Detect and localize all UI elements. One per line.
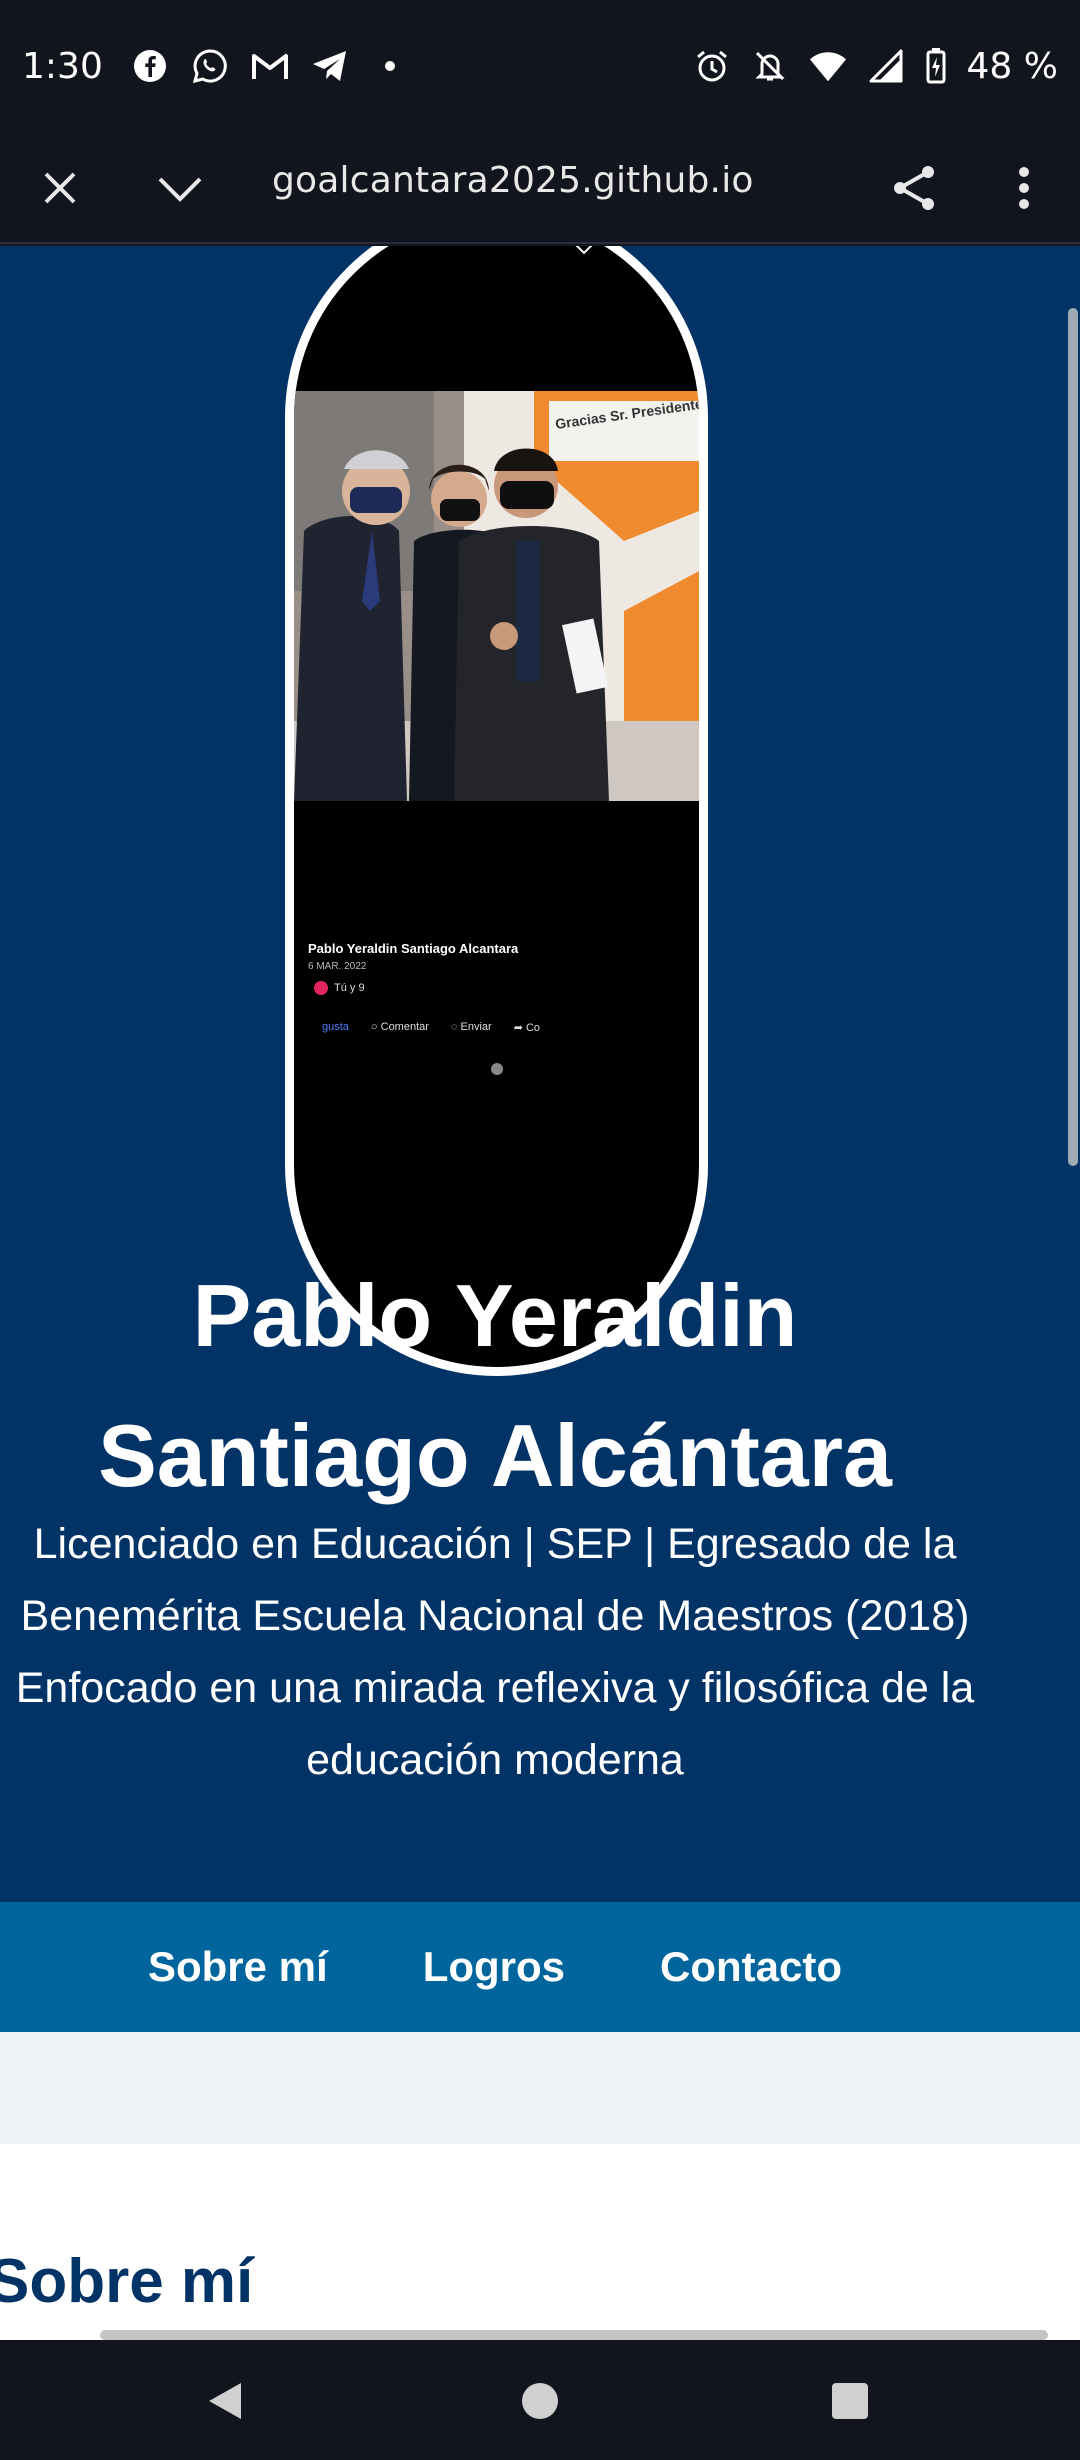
- share-icon[interactable]: [880, 154, 948, 222]
- alarm-icon: [693, 47, 731, 85]
- post-likes: Tú y 9: [314, 981, 365, 995]
- status-time: 1:30: [22, 45, 103, 87]
- post-action-comment-label: Comentar: [380, 1021, 429, 1033]
- wifi-icon: [809, 47, 847, 85]
- group-photo-image: Gracias Sr. Presidente: [294, 391, 699, 801]
- main-nav: Sobre mí Logros Contacto: [0, 1902, 1080, 2032]
- horizontal-scrollbar[interactable]: [100, 2330, 1048, 2340]
- location-pin-icon: [619, 246, 637, 260]
- heart-icon: [314, 981, 328, 995]
- post-action-send-label: Enviar: [460, 1021, 492, 1033]
- hero-name: Pablo Yeraldin Santiago Alcántara: [98, 1266, 892, 1505]
- carousel-dot: [491, 1063, 503, 1075]
- tag-icon: [573, 246, 595, 260]
- nav-link-sobre-mi[interactable]: Sobre mí: [148, 1943, 328, 1991]
- post-action-send: ◌ Enviar: [450, 1021, 492, 1033]
- signal-icon: [867, 47, 905, 85]
- close-icon[interactable]: [26, 154, 94, 222]
- more-options-icon[interactable]: [990, 154, 1058, 222]
- post-date: 6 MAR. 2022: [308, 961, 367, 972]
- battery-charging-icon: [925, 47, 947, 85]
- hero-description: Licenciado en Educación | SEP | Egresado…: [15, 1520, 975, 1784]
- post-likes-text: Tú y 9: [334, 982, 365, 994]
- recents-icon[interactable]: [825, 2376, 875, 2426]
- status-bar: 1:30 48 %: [0, 0, 1080, 132]
- browser-toolbar: goalcantara2025.github.io: [0, 132, 1080, 244]
- post-action-like: gusta: [322, 1021, 349, 1033]
- nav-link-contacto[interactable]: Contacto: [660, 1943, 842, 1991]
- bell-off-icon: [751, 47, 789, 85]
- post-action-comment: ○ Comentar: [370, 1021, 429, 1033]
- hero-section: Gracias Sr. Presidente Pablo Yeraldin Sa…: [0, 246, 1080, 1902]
- section-title: Sobre mí: [0, 2247, 254, 2316]
- post-action-share-label: Co: [525, 1022, 541, 1034]
- home-icon[interactable]: [515, 2376, 565, 2426]
- post-author: Pablo Yeraldin Santiago Alcantara: [308, 941, 519, 956]
- telegram-icon: [311, 47, 349, 85]
- battery-percent: 48 %: [966, 45, 1058, 87]
- gmail-icon: [251, 47, 289, 85]
- web-page: Gracias Sr. Presidente Pablo Yeraldin Sa…: [0, 246, 1080, 2340]
- whatsapp-icon: [191, 47, 229, 85]
- back-icon[interactable]: [200, 2376, 250, 2426]
- chevron-down-icon[interactable]: [146, 154, 214, 222]
- post-actions: gusta ○ Comentar ◌ Enviar ➦ Co: [322, 1021, 540, 1034]
- screen: 1:30 48 % goalcantara2025.github.io Grac…: [0, 0, 1080, 2460]
- facebook-icon: [131, 47, 169, 85]
- dot-icon: [371, 47, 409, 85]
- vertical-scrollbar[interactable]: [1068, 308, 1078, 1166]
- system-nav-bar: [0, 2340, 1080, 2460]
- url-text[interactable]: goalcantara2025.github.io: [272, 160, 754, 201]
- profile-photo: Gracias Sr. Presidente Pablo Yeraldin Sa…: [285, 246, 708, 1376]
- nav-link-logros[interactable]: Logros: [423, 1943, 565, 1991]
- section-divider: [0, 2032, 1080, 2144]
- post-action-share: ➦ Co: [513, 1022, 541, 1034]
